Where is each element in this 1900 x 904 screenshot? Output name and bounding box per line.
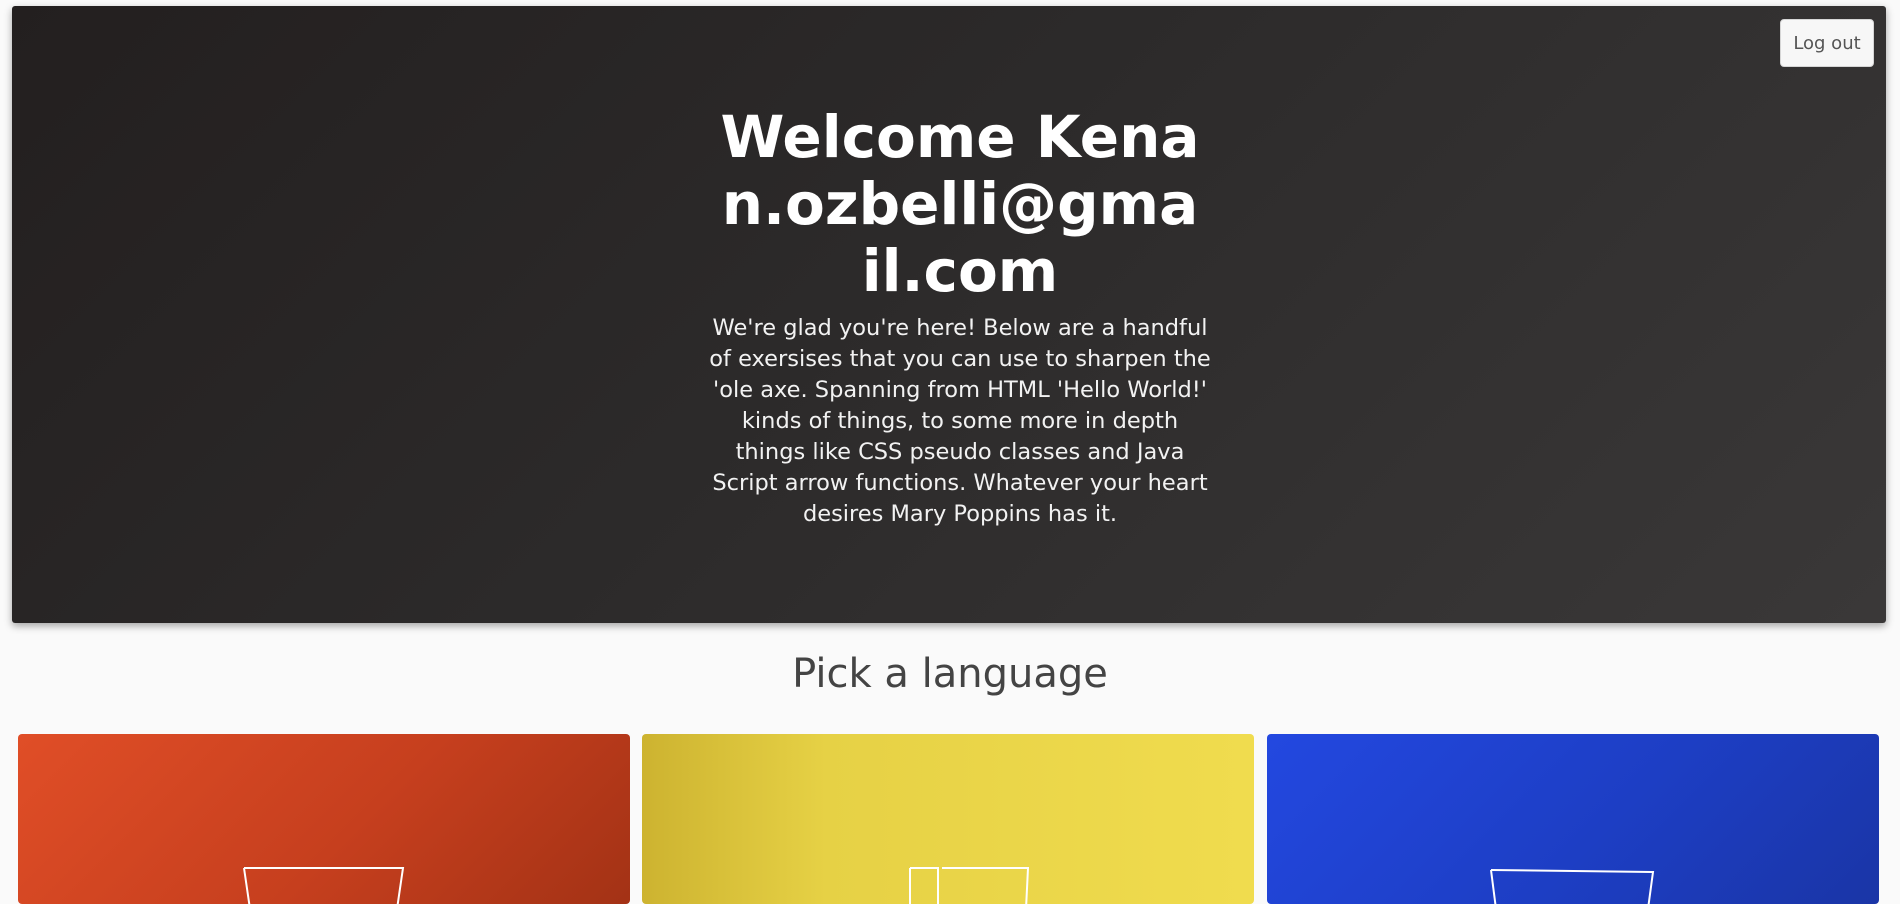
pick-language-heading: Pick a language	[792, 651, 1108, 697]
welcome-title: Welcome Kenan.ozbelli@gmail.com	[720, 103, 1200, 305]
javascript-language-card[interactable]	[642, 734, 1254, 904]
css-language-card[interactable]	[1267, 734, 1879, 904]
welcome-hero: Log out Welcome Kenan.ozbelli@gmail.com …	[12, 6, 1886, 623]
css3-shield-icon	[1490, 869, 1655, 904]
logout-button[interactable]: Log out	[1780, 19, 1874, 67]
welcome-description: We're glad you're here! Below are a hand…	[709, 315, 1211, 527]
html-language-card[interactable]	[18, 734, 630, 904]
html5-shield-icon	[243, 867, 405, 904]
js-shield-icon	[909, 867, 1030, 904]
